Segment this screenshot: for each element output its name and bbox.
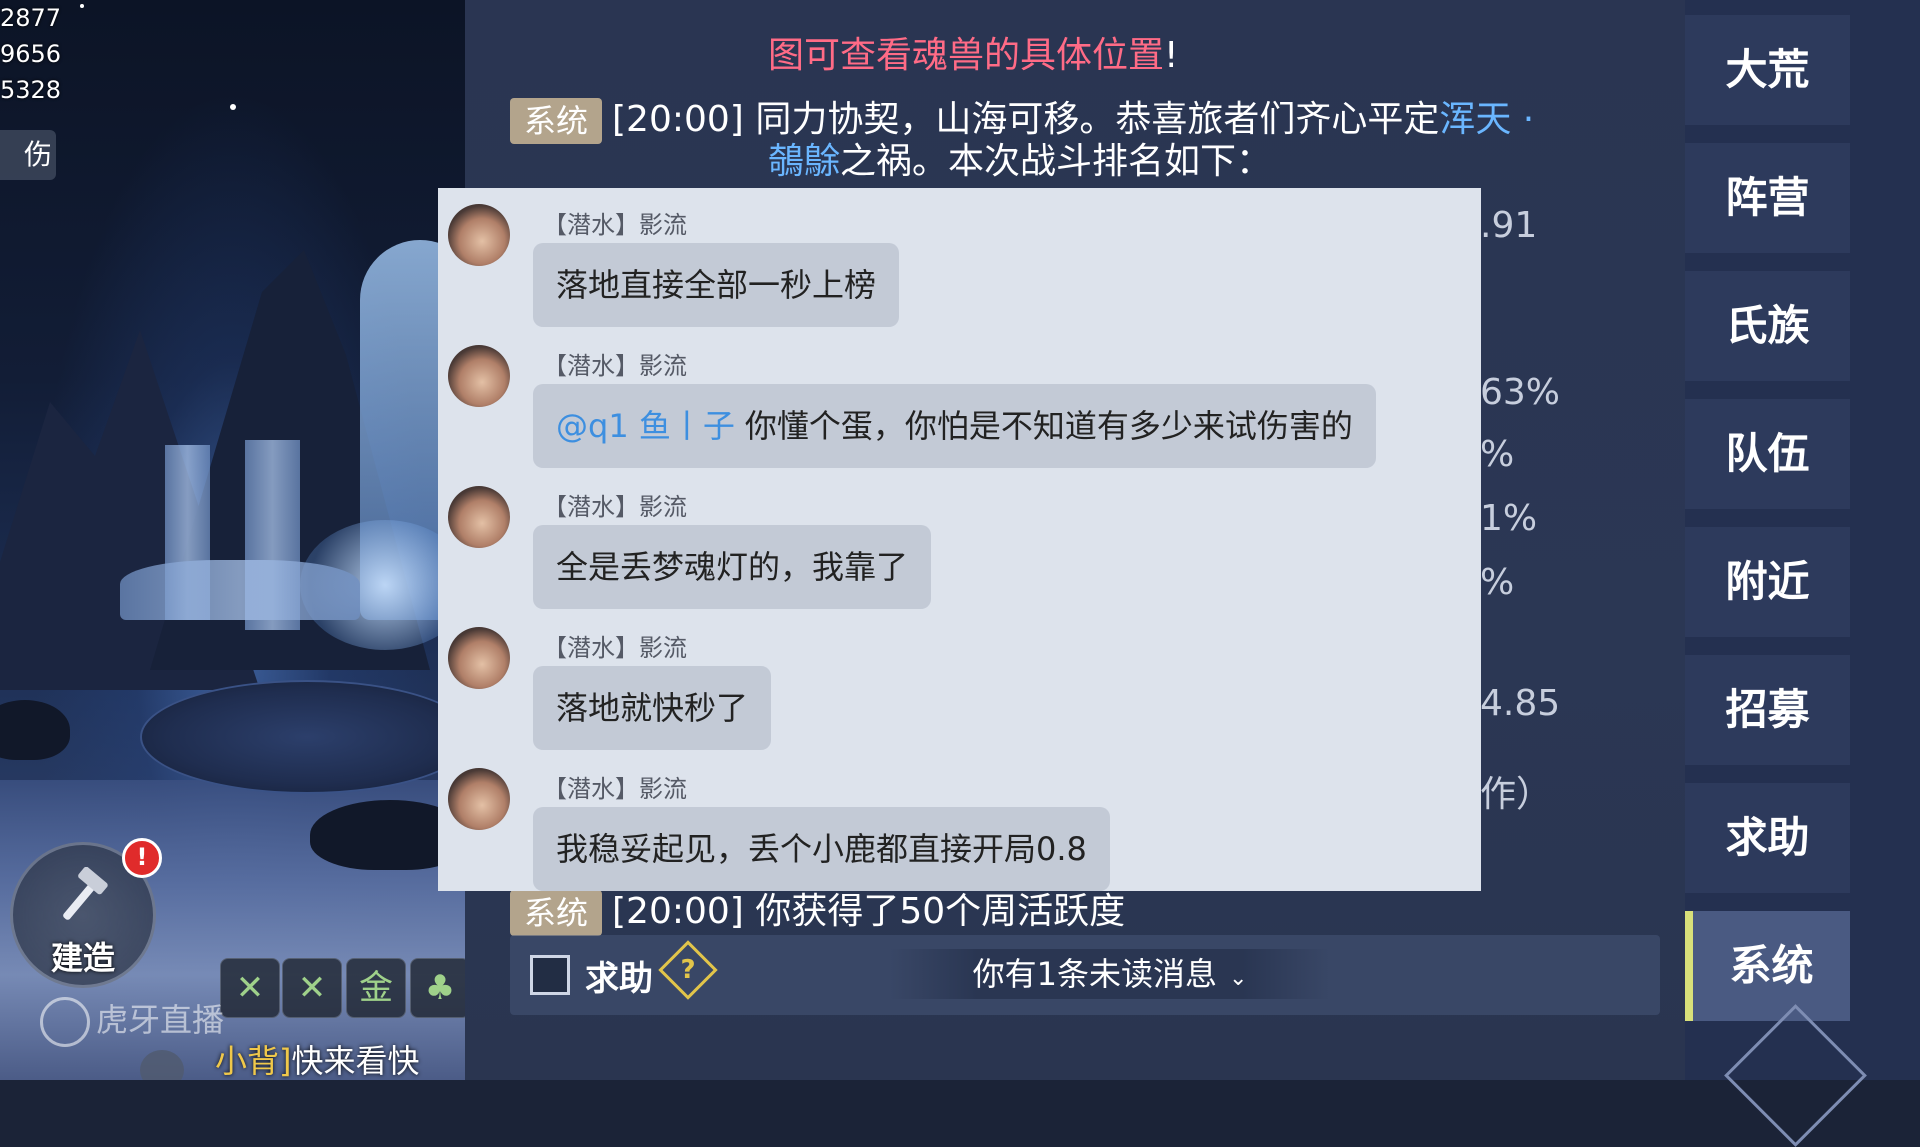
chat-line: 系统 [20:00] 同力协契，山海可移。恭喜旅者们齐心平定浑天 · — [510, 98, 1534, 144]
message-text: 落地直接全部一秒上榜 — [556, 266, 877, 304]
chat-line: 图可查看魂兽的具体位置! — [768, 34, 1178, 78]
rank-value: % — [1480, 562, 1515, 603]
chat-preview-text: 快来看快 — [291, 1042, 420, 1080]
highlight-text[interactable]: 鵸鵌 — [768, 141, 840, 182]
highlight-text[interactable]: 浑天 · — [1439, 99, 1534, 140]
tab-help[interactable]: 求助 — [1685, 783, 1850, 893]
chevron-down-icon: ⌄ — [1228, 966, 1248, 991]
alert-badge: ! — [122, 838, 162, 878]
huya-logo-icon — [40, 997, 90, 1047]
help-checkbox[interactable] — [530, 955, 570, 995]
tab-camp[interactable]: 阵营 — [1685, 143, 1850, 253]
bottom-chat-preview[interactable]: 小背]快来看快 — [215, 1036, 420, 1080]
tab-clan[interactable]: 氏族 — [1685, 271, 1850, 381]
tab-team[interactable]: 队伍 — [1685, 399, 1850, 509]
avatar — [448, 768, 510, 830]
diamond-ornament-icon[interactable] — [1724, 1004, 1867, 1147]
star — [80, 4, 84, 8]
chat-text: 你获得了50个周活跃度 — [755, 891, 1126, 932]
chat-screenshot-overlay: 【潜水】影流 落地直接全部一秒上榜 【潜水】影流 @q1 鱼丨子 你懂个蛋，你怕是… — [438, 188, 1481, 891]
message-bubble: 我稳妥起见，丢个小鹿都直接开局0.8 — [533, 807, 1110, 891]
message-text: 落地就快秒了 — [556, 689, 749, 727]
hammer-icon — [63, 867, 108, 920]
tab-nearby[interactable]: 附近 — [1685, 527, 1850, 637]
rank-value: 1% — [1480, 498, 1538, 539]
game-scene: 2877 9656 5328 伤 建造 ! ✕ ✕ 金 ♣ 虎牙直播 小背]快来… — [0, 0, 465, 1080]
message-text: 全是丢梦魂灯的，我靠了 — [556, 548, 909, 586]
message-text: 我稳妥起见，丢个小鹿都直接开局0.8 — [556, 830, 1087, 868]
mention-link[interactable]: @q1 鱼丨子 — [556, 407, 735, 445]
ice-base — [120, 560, 360, 620]
message-bubble: 落地就快秒了 — [533, 666, 772, 750]
sender-name: 【潜水】影流 — [543, 493, 687, 521]
highlight-text: 图可查看魂兽的具体位置 — [768, 35, 1165, 76]
chat-time: [20:00] — [612, 891, 744, 932]
chat-text: 之祸。本次战斗排名如下： — [840, 141, 1273, 182]
rank-value: .91 — [1480, 205, 1538, 246]
skill-slot-icon[interactable]: ✕ — [220, 958, 280, 1018]
channel-tabs: 大荒 阵营 氏族 队伍 附近 招募 求助 系统 — [1685, 0, 1920, 1147]
star — [230, 104, 236, 110]
message-text: 你懂个蛋，你怕是不知道有多少来试伤害的 — [744, 407, 1353, 445]
stat-value: 2877 — [0, 4, 62, 32]
rock — [0, 700, 70, 760]
chat-line: 系统 [20:00] 你获得了50个周活跃度 — [510, 890, 1125, 936]
message-bubble: @q1 鱼丨子 你懂个蛋，你怕是不知道有多少来试伤害的 — [533, 384, 1376, 468]
skill-slot-gold[interactable]: 金 — [346, 958, 406, 1018]
tab-dahuang[interactable]: 大荒 — [1685, 15, 1850, 125]
watermark: 虎牙直播 — [40, 995, 224, 1047]
watermark-text: 虎牙直播 — [96, 1001, 225, 1039]
stat-value: 5328 — [0, 76, 62, 104]
chat-time: [20:00] — [612, 99, 744, 140]
stat-value: 9656 — [0, 40, 62, 68]
build-label: 建造 — [50, 939, 115, 977]
help-icon[interactable]: ? — [658, 940, 718, 1000]
system-tag: 系统 — [510, 98, 603, 144]
tab-recruit[interactable]: 招募 — [1685, 655, 1850, 765]
sender-name: 【潜水】影流 — [543, 352, 687, 380]
sender-name: 【潜水】影流 — [543, 775, 687, 803]
chat-input-bar: 求助 ? 你有1条未读消息 ⌄ — [510, 935, 1660, 1015]
rank-value: % — [1480, 434, 1515, 475]
skill-slot-icon[interactable]: ♣ — [410, 958, 465, 1018]
damage-stat-button[interactable]: 伤 — [0, 130, 56, 180]
avatar — [448, 204, 510, 266]
rank-value: 4.85 — [1480, 683, 1561, 724]
avatar — [448, 345, 510, 407]
sender-name: 【潜水】影流 — [543, 634, 687, 662]
stone-pedestal — [140, 680, 465, 794]
avatar — [448, 627, 510, 689]
chat-line: 鵸鵌之祸。本次战斗排名如下： — [768, 140, 1272, 184]
chat-text: 同力协契，山海可移。恭喜旅者们齐心平定 — [755, 99, 1440, 140]
rank-value: 63% — [1480, 372, 1561, 413]
stats-list: 2877 9656 5328 — [0, 0, 61, 108]
chat-text: ! — [1164, 35, 1179, 76]
sender-name: 【潜水】影流 — [543, 211, 687, 239]
unread-text: 你有1条未读消息 — [972, 955, 1217, 993]
help-label: 求助 — [585, 959, 653, 999]
avatar — [448, 486, 510, 548]
message-bubble: 落地直接全部一秒上榜 — [533, 243, 900, 327]
unread-messages-button[interactable]: 你有1条未读消息 ⌄ — [890, 949, 1330, 999]
rank-value: 作） — [1480, 774, 1553, 815]
chat-channel-tag: 小背] — [215, 1042, 292, 1080]
question-mark: ? — [680, 955, 696, 985]
system-tag: 系统 — [510, 890, 603, 936]
skill-slot-icon[interactable]: ✕ — [282, 958, 342, 1018]
tab-system[interactable]: 系统 — [1685, 911, 1850, 1021]
message-bubble: 全是丢梦魂灯的，我靠了 — [533, 525, 932, 609]
